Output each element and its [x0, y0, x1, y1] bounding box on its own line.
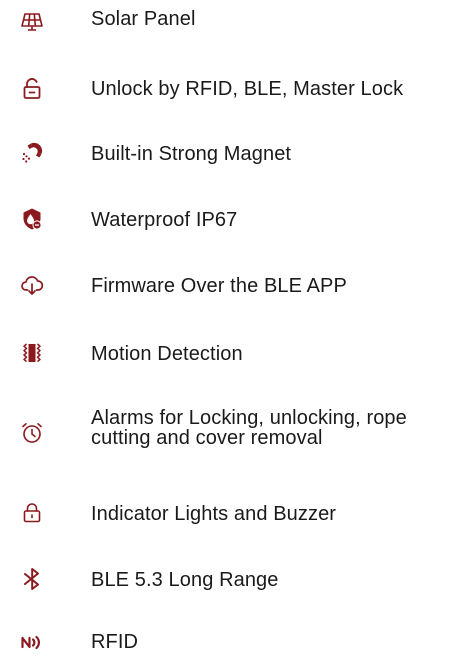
feature-label: Waterproof IP67: [91, 209, 238, 231]
feature-label: Solar Panel: [91, 8, 196, 30]
feature-label: Built-in Strong Magnet: [91, 143, 292, 165]
feature-label: Indicator Lights and Buzzer: [91, 503, 337, 525]
waterproof-icon: [20, 207, 44, 231]
motion-detection-icon: [20, 341, 44, 365]
bluetooth-icon: [20, 567, 44, 591]
cloud-download-icon: [20, 273, 44, 297]
feature-list: Solar Panel Unlock by RFID, BLE, Master …: [0, 0, 474, 660]
feature-label: Unlock by RFID, BLE, Master Lock: [91, 78, 404, 100]
feature-label: Firmware Over the BLE APP: [91, 275, 347, 297]
solar-panel-icon: [20, 9, 44, 33]
feature-label: BLE 5.3 Long Range: [91, 569, 279, 591]
unlock-icon: [20, 77, 44, 101]
feature-label: Alarms for Locking, unlocking, rope cutt…: [91, 407, 407, 449]
feature-label: RFID: [91, 631, 139, 653]
rfid-icon: [20, 630, 44, 654]
feature-label: Motion Detection: [91, 343, 243, 365]
magnet-icon: [20, 141, 44, 165]
padlock-icon: [20, 501, 44, 525]
alarm-clock-icon: [20, 421, 44, 445]
